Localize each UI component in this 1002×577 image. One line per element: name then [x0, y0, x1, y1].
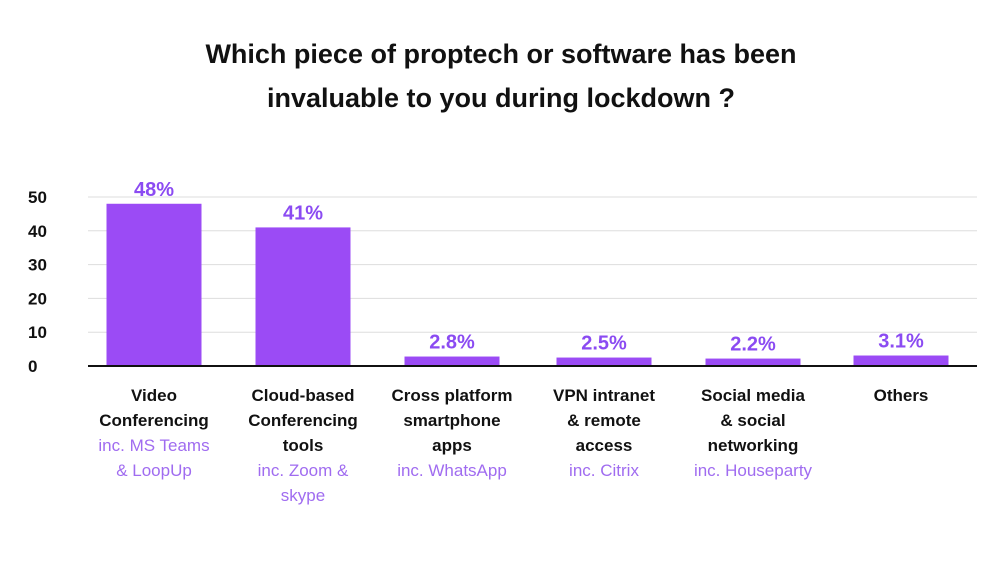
bar-2: [255, 227, 351, 366]
y-tick-label-20: 20: [28, 289, 47, 308]
category-label-3: Cross platform smartphone apps inc. WhatsAp…: [377, 383, 527, 483]
category-name-line: Video: [131, 386, 177, 405]
category-example-line: inc. WhatsApp: [397, 461, 507, 480]
category-name-line: tools: [282, 436, 324, 455]
data-label-5: 2.2%: [730, 334, 776, 356]
y-tick-label-50: 50: [28, 188, 47, 207]
data-label-6: 3.1%: [878, 331, 924, 353]
category-name-line: VPN intranet: [552, 386, 656, 405]
category-label-6: Others: [826, 383, 976, 408]
category-label-4: VPN intranet & remote access inc. Citrix: [529, 383, 679, 483]
category-label-5: Social media & social networking inc. House…: [678, 383, 828, 483]
bar-1: [106, 203, 202, 366]
bar-4: [556, 357, 652, 366]
bar-3: [404, 356, 500, 366]
category-example-line: inc. MS Teams: [98, 436, 210, 455]
category-example-line: & LoopUp: [116, 461, 192, 480]
data-label-3: 2.8%: [429, 332, 475, 354]
category-name-line: Cloud-based: [251, 386, 355, 405]
data-label-4: 2.5%: [581, 333, 627, 355]
bar-5: [705, 358, 801, 366]
y-tick-label-40: 40: [28, 222, 47, 241]
category-name-line: access: [575, 436, 633, 455]
category-example-line: skype: [280, 486, 326, 505]
y-tick-label-0: 0: [28, 357, 37, 376]
category-name-line: & remote: [567, 411, 641, 430]
category-name-line: Conferencing: [248, 411, 358, 430]
category-label-2: Cloud-based Conferencing tools inc. Zoom & s…: [228, 383, 378, 508]
category-name-line: Social media: [701, 386, 805, 405]
category-label-1: Video Conferencing inc. MS Teams & LoopUp: [79, 383, 229, 483]
category-example-line: inc. Houseparty: [693, 461, 813, 480]
bar-chart: 0 10 20 30 40 50 48% 41% 2.8% 2.5% 2.2% 3.1%: [28, 179, 977, 376]
data-label-2: 41%: [283, 202, 323, 224]
y-tick-label-30: 30: [28, 256, 47, 275]
category-name-line: Conferencing: [99, 411, 209, 430]
category-name-line: Others: [873, 386, 929, 405]
category-name-line: & social: [720, 411, 786, 430]
category-example-line: inc. Zoom &: [257, 461, 349, 480]
category-name-line: smartphone: [403, 411, 501, 430]
category-name-line: networking: [707, 436, 799, 455]
category-name-line: apps: [432, 436, 472, 455]
y-tick-label-10: 10: [28, 323, 47, 342]
category-name-line: Cross platform: [391, 386, 513, 405]
bar-6: [853, 355, 949, 366]
data-label-1: 48%: [134, 179, 174, 201]
category-example-line: inc. Citrix: [569, 461, 639, 480]
